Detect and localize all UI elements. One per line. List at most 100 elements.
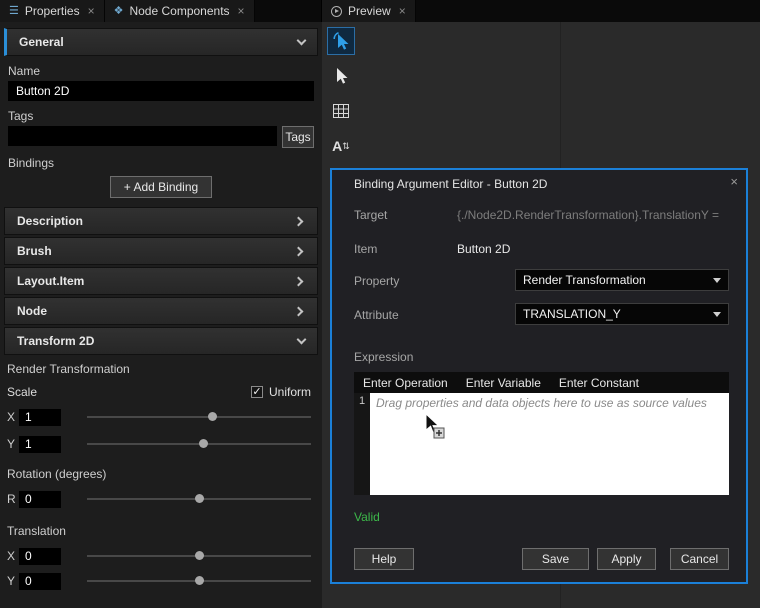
scale-label: Scale [7, 385, 37, 399]
rotation-label: Rotation (degrees) [7, 467, 315, 481]
slider-handle[interactable] [195, 576, 204, 585]
click-pointer-icon [331, 30, 351, 52]
chevron-right-icon [294, 276, 304, 286]
rotation-r-slider[interactable] [87, 490, 311, 508]
enter-variable-button[interactable]: Enter Variable [466, 376, 541, 390]
help-button[interactable]: Help [354, 548, 414, 570]
target-label: Target [354, 208, 387, 222]
interaction-tool-button[interactable] [327, 27, 355, 55]
tags-button[interactable]: Tags [282, 126, 314, 148]
properties-list-icon: ☰ [9, 6, 19, 17]
node-components-icon: ❖ [114, 6, 124, 17]
section-node[interactable]: Node [4, 297, 318, 325]
chevron-down-icon [713, 278, 721, 283]
slider-handle[interactable] [195, 494, 204, 503]
section-layout-item-label: Layout.Item [17, 274, 84, 288]
translation-x-slider[interactable] [87, 547, 311, 565]
translation-y-axis-label: Y [7, 574, 17, 588]
rotation-r-axis-label: R [7, 492, 17, 506]
add-binding-button[interactable]: + Add Binding [110, 176, 212, 198]
property-dropdown-value: Render Transformation [523, 273, 646, 287]
section-description-label: Description [17, 214, 83, 228]
chevron-down-icon [713, 312, 721, 317]
translation-label: Translation [7, 524, 315, 538]
status-valid: Valid [354, 510, 380, 524]
slider-handle[interactable] [208, 412, 217, 421]
top-tab-bar: ☰ Properties × ❖ Node Components × Previ… [0, 0, 760, 22]
scale-y-input[interactable] [19, 436, 61, 453]
chevron-right-icon [294, 216, 304, 226]
slider-handle[interactable] [195, 551, 204, 560]
translation-y-slider[interactable] [87, 572, 311, 590]
name-label: Name [8, 64, 314, 78]
expression-editor[interactable]: Drag properties and data objects here to… [370, 393, 729, 495]
text-tool-button[interactable]: A⇅ [327, 132, 355, 160]
scale-x-input[interactable] [19, 409, 61, 426]
property-dropdown[interactable]: Render Transformation [515, 269, 729, 291]
dialog-title: Binding Argument Editor - Button 2D [354, 177, 547, 191]
line-number-gutter: 1 [354, 393, 370, 495]
expression-label: Expression [354, 350, 413, 364]
uniform-checkbox[interactable]: ✓ [251, 386, 263, 398]
section-brush[interactable]: Brush [4, 237, 318, 265]
tab-properties-label: Properties [25, 4, 80, 18]
cancel-button[interactable]: Cancel [670, 548, 729, 570]
uniform-label: Uniform [269, 385, 311, 399]
target-value: {./Node2D.RenderTransformation}.Translat… [457, 208, 719, 222]
item-label: Item [354, 242, 377, 256]
save-button[interactable]: Save [522, 548, 589, 570]
preview-toolbar: A⇅ [327, 27, 355, 160]
tab-preview[interactable]: Preview × [322, 0, 416, 22]
apply-button[interactable]: Apply [597, 548, 656, 570]
tab-node-components-label: Node Components [129, 4, 229, 18]
section-general-label: General [19, 35, 64, 49]
arrow-pointer-icon [333, 67, 349, 85]
tab-properties[interactable]: ☰ Properties × [0, 0, 105, 22]
scale-x-axis-label: X [7, 410, 17, 424]
chevron-down-icon [297, 335, 307, 345]
select-tool-button[interactable] [327, 62, 355, 90]
chevron-right-icon [294, 306, 304, 316]
section-general[interactable]: General [4, 28, 318, 56]
properties-panel: General Name Tags Tags Bindings + Add Bi… [0, 22, 322, 608]
attribute-label: Attribute [354, 308, 399, 322]
binding-argument-editor-dialog: Binding Argument Editor - Button 2D × Ta… [330, 168, 748, 584]
tab-node-components[interactable]: ❖ Node Components × [105, 0, 255, 22]
editor-placeholder-text: Drag properties and data objects here to… [376, 396, 723, 410]
tags-input[interactable] [8, 126, 277, 146]
translation-y-input[interactable] [19, 573, 61, 590]
translation-x-axis-label: X [7, 549, 17, 563]
dialog-close-icon[interactable]: × [730, 174, 738, 189]
scale-y-slider[interactable] [87, 435, 311, 453]
section-layout-item[interactable]: Layout.Item [4, 267, 318, 295]
section-node-label: Node [17, 304, 47, 318]
translation-x-input[interactable] [19, 548, 61, 565]
section-transform-2d-label: Transform 2D [17, 334, 94, 348]
close-icon[interactable]: × [399, 4, 406, 18]
tags-label: Tags [8, 109, 314, 123]
grid-icon [333, 104, 349, 118]
tab-preview-label: Preview [348, 4, 391, 18]
chevron-down-icon [297, 36, 307, 46]
drag-drop-cursor-icon [422, 413, 446, 439]
grid-tool-button[interactable] [327, 97, 355, 125]
chevron-right-icon [294, 246, 304, 256]
section-description[interactable]: Description [4, 207, 318, 235]
close-icon[interactable]: × [88, 4, 95, 18]
scale-x-slider[interactable] [87, 408, 311, 426]
enter-operation-button[interactable]: Enter Operation [363, 376, 448, 390]
attribute-dropdown[interactable]: TRANSLATION_Y [515, 303, 729, 325]
enter-constant-button[interactable]: Enter Constant [559, 376, 639, 390]
section-brush-label: Brush [17, 244, 52, 258]
item-value: Button 2D [457, 242, 510, 256]
close-icon[interactable]: × [238, 4, 245, 18]
render-transformation-label: Render Transformation [7, 362, 315, 376]
slider-track [87, 416, 311, 418]
rotation-r-input[interactable] [19, 491, 61, 508]
bindings-label: Bindings [8, 156, 314, 170]
slider-handle[interactable] [199, 439, 208, 448]
name-input[interactable] [8, 81, 314, 101]
text-tool-icon: A⇅ [332, 139, 350, 153]
scale-y-axis-label: Y [7, 437, 17, 451]
section-transform-2d[interactable]: Transform 2D [4, 327, 318, 355]
